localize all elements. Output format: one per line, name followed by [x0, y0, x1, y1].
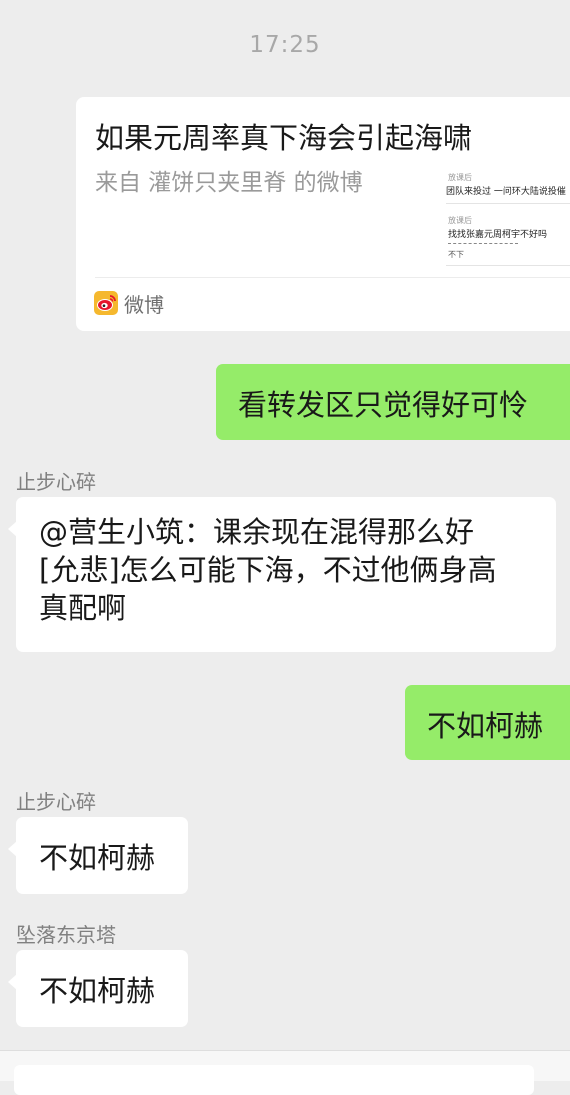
message-input[interactable]: [14, 1065, 534, 1095]
message-bubble-self[interactable]: 不如柯赫: [405, 685, 570, 760]
thumbnail-text: 找找张嘉元周柯宇不好吗: [448, 230, 548, 240]
message-bubble-other[interactable]: 不如柯赫: [8, 950, 188, 1027]
card-app-source: 微博: [94, 290, 164, 317]
message-text: 不如柯赫: [427, 709, 544, 743]
shared-weibo-card[interactable]: 如果元周率真下海会引起海啸 来自 灌饼只夹里脊 的微博 放课后 团队来投过 一问…: [76, 97, 570, 331]
card-thumbnail: 放课后 团队来投过 一问环大陆说投催 放课后 找找张嘉元周柯宇不好吗 不下: [446, 167, 570, 279]
sender-name: 止步心碎: [16, 790, 96, 814]
message-text-line: [允悲]怎么可能下海，不过他俩身高: [39, 553, 497, 587]
input-bar: [0, 1050, 570, 1095]
card-divider: [95, 277, 570, 278]
message-text-line: 真配啊: [39, 591, 127, 625]
weibo-logo-icon: [94, 291, 118, 315]
card-app-label: 微博: [124, 292, 164, 317]
message-bubble-other[interactable]: 不如柯赫: [8, 817, 188, 894]
timestamp: 17:25: [249, 32, 321, 58]
message-bubble-self[interactable]: 看转发区只觉得好可怜: [216, 364, 570, 440]
card-source: 来自 灌饼只夹里脊 的微博: [95, 170, 363, 196]
message-text: 看转发区只觉得好可怜: [238, 388, 529, 422]
message-text-line: @营生小筑：课余现在混得那么好: [39, 515, 475, 549]
message-bubble-other[interactable]: @营生小筑：课余现在混得那么好 [允悲]怎么可能下海，不过他俩身高 真配啊: [8, 497, 556, 652]
message-text: 不如柯赫: [39, 841, 156, 875]
thumbnail-label: 放课后: [448, 173, 472, 182]
thumbnail-text: 团队来投过 一问环大陆说投催: [446, 187, 566, 197]
thumbnail-text: 不下: [448, 250, 464, 259]
message-text: 不如柯赫: [39, 974, 156, 1008]
card-title: 如果元周率真下海会引起海啸: [95, 121, 473, 155]
sender-name: 坠落东京塔: [16, 923, 116, 947]
sender-name: 止步心碎: [16, 470, 96, 494]
thumbnail-label: 放课后: [448, 216, 472, 225]
